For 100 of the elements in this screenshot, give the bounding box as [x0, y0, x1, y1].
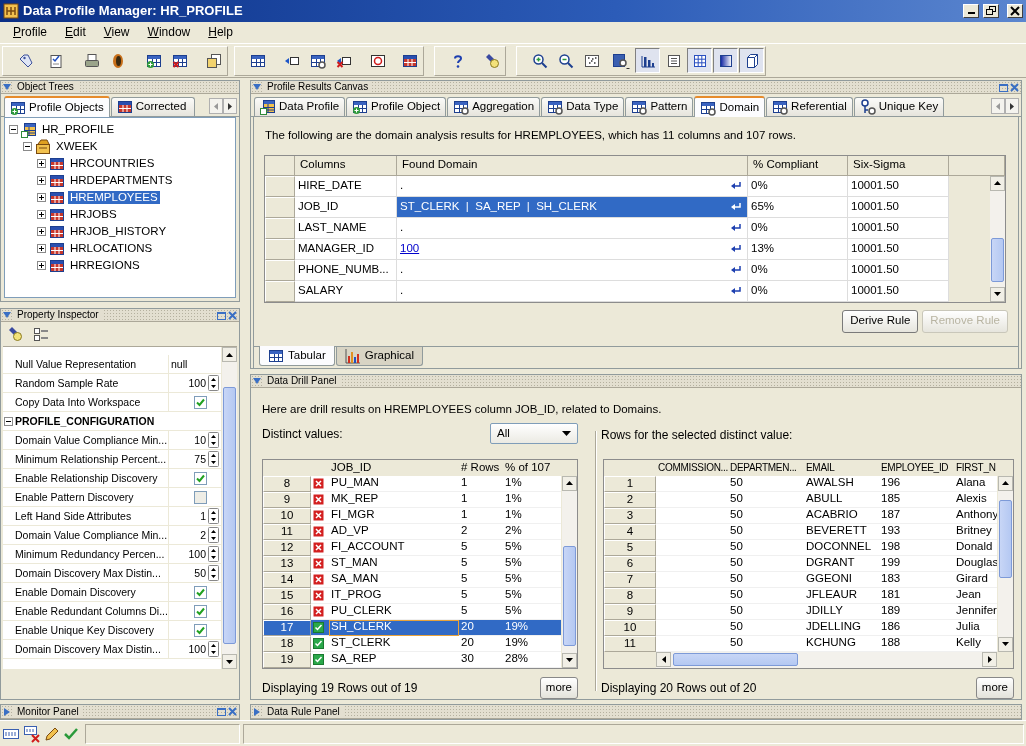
- maximize-icon[interactable]: [217, 707, 226, 716]
- document-gear-icon[interactable]: [612, 52, 631, 69]
- tab[interactable]: Domain: [694, 96, 766, 117]
- tab[interactable]: Tabular: [259, 346, 335, 366]
- table-row[interactable]: 12 FI_ACCOUNT 5 5%: [263, 539, 561, 556]
- scrollbar-thumb[interactable]: [991, 237, 1004, 282]
- vertical-scrollbar[interactable]: [561, 475, 577, 668]
- cube-button[interactable]: [739, 48, 764, 73]
- table-cell[interactable]: ST_CLERK | SA_REP | SH_CLERK: [397, 196, 748, 218]
- spinner-icon[interactable]: [208, 432, 219, 448]
- maximize-icon[interactable]: [999, 82, 1008, 92]
- scatter-icon[interactable]: [583, 52, 600, 69]
- table-row[interactable]: 17 SH_CLERK 20 19%: [263, 619, 561, 636]
- checkbox[interactable]: [194, 623, 207, 637]
- expand-icon[interactable]: [37, 193, 46, 202]
- panel-toggle-icon[interactable]: [253, 707, 261, 716]
- minimize-button[interactable]: [963, 4, 979, 18]
- pencil-icon[interactable]: [44, 725, 60, 742]
- scroll-up-button[interactable]: [222, 347, 237, 362]
- maximize-icon[interactable]: [217, 310, 226, 320]
- table-icon[interactable]: [401, 52, 418, 69]
- close-icon[interactable]: [1010, 82, 1019, 92]
- vertical-scrollbar[interactable]: [997, 475, 1013, 652]
- table-row[interactable]: 19 SA_REP 30 28%: [263, 651, 561, 668]
- zoom-in-icon[interactable]: [531, 52, 548, 69]
- collapse-icon[interactable]: [23, 142, 32, 151]
- table-row[interactable]: 9 MK_REP 1 1%: [263, 491, 561, 508]
- table-row[interactable]: 16 PU_CLERK 5 5%: [263, 603, 561, 620]
- return-arrow-icon[interactable]: [731, 244, 741, 254]
- tree-item[interactable]: HRLOCATIONS: [68, 241, 155, 256]
- expand-icon[interactable]: [37, 227, 46, 236]
- tab[interactable]: Data Profile: [254, 97, 346, 116]
- table-cell[interactable]: 100: [397, 238, 748, 260]
- domain-link[interactable]: 100: [400, 241, 420, 256]
- close-icon[interactable]: [228, 707, 237, 716]
- scroll-down-button[interactable]: [990, 286, 1005, 302]
- tab[interactable]: Pattern: [625, 97, 694, 116]
- table-delete-icon[interactable]: [171, 52, 188, 69]
- expand-icon[interactable]: [37, 244, 46, 253]
- target-icon[interactable]: [369, 52, 386, 69]
- return-arrow-icon[interactable]: [731, 265, 741, 275]
- spinner-icon[interactable]: [208, 546, 219, 562]
- expand-icon[interactable]: [37, 210, 46, 219]
- table-cell[interactable]: .: [397, 259, 748, 281]
- grid-button[interactable]: [687, 48, 712, 73]
- scroll-right-button[interactable]: [982, 652, 997, 668]
- tab[interactable]: Graphical: [335, 347, 423, 366]
- more-button[interactable]: more: [975, 676, 1014, 699]
- scroll-down-button[interactable]: [998, 636, 1013, 652]
- tab[interactable]: Corrected: [110, 97, 195, 116]
- spinner-icon[interactable]: [208, 375, 219, 391]
- tree-item[interactable]: HR_PROFILE: [40, 122, 117, 137]
- menu-item[interactable]: Edit: [56, 25, 95, 40]
- column-header[interactable]: EMAIL: [804, 459, 879, 476]
- column-header[interactable]: # Rows: [459, 459, 503, 476]
- tag-icon[interactable]: [17, 52, 34, 69]
- printer-icon[interactable]: [83, 52, 100, 69]
- vertical-scrollbar[interactable]: [221, 347, 237, 669]
- scroll-right-button[interactable]: [223, 98, 237, 114]
- scroll-right-button[interactable]: [1005, 98, 1019, 114]
- scroll-down-button[interactable]: [562, 652, 577, 668]
- column-header[interactable]: % Compliant: [748, 155, 848, 176]
- binary-delete-icon[interactable]: [23, 724, 41, 743]
- vertical-scrollbar[interactable]: [989, 175, 1005, 302]
- column-header[interactable]: % of 107: [503, 459, 561, 476]
- checkbox[interactable]: [194, 490, 207, 504]
- panel-toggle-icon[interactable]: [253, 377, 261, 385]
- table-cell[interactable]: .: [397, 217, 748, 239]
- table-row[interactable]: 10 FI_MGR 1 1%: [263, 507, 561, 524]
- spinner-icon[interactable]: [208, 527, 219, 543]
- close-icon[interactable]: [228, 310, 237, 320]
- menu-item[interactable]: View: [94, 25, 139, 40]
- scrollbar-thumb[interactable]: [223, 387, 236, 644]
- column-header[interactable]: FIRST_N: [954, 459, 997, 476]
- checkbox[interactable]: [194, 395, 207, 409]
- panel-toggle-icon[interactable]: [3, 707, 11, 716]
- tree-item[interactable]: HRDEPARTMENTS: [68, 173, 175, 188]
- table-icon[interactable]: [249, 52, 266, 69]
- expand-icon[interactable]: [37, 176, 46, 185]
- tab[interactable]: Unique Key: [853, 97, 945, 116]
- table-row[interactable]: 14 SA_MAN 5 5%: [263, 571, 561, 588]
- bar-chart-button[interactable]: [635, 48, 660, 73]
- table-row[interactable]: 15 IT_PROG 5 5%: [263, 587, 561, 604]
- return-arrow-icon[interactable]: [731, 223, 741, 233]
- tree-item[interactable]: HRJOB_HISTORY: [68, 224, 169, 239]
- scrollbar-thumb[interactable]: [999, 499, 1012, 578]
- flashlight-icon[interactable]: [7, 326, 23, 342]
- column-header[interactable]: COMMISSION...: [656, 459, 728, 476]
- scrollbar-thumb[interactable]: [673, 652, 798, 666]
- table-row[interactable]: 13 ST_MAN 5 5%: [263, 555, 561, 572]
- checkbox[interactable]: [194, 471, 207, 485]
- table-gear-icon[interactable]: [309, 52, 326, 69]
- tab[interactable]: Profile Objects: [4, 96, 110, 117]
- tree-item[interactable]: HREMPLOYEES: [68, 190, 160, 205]
- table-row[interactable]: 11 AD_VP 2 2%: [263, 523, 561, 540]
- table-row[interactable]: 18 ST_CLERK 20 19%: [263, 635, 561, 652]
- scroll-left-button[interactable]: [656, 652, 671, 668]
- column-header[interactable]: Six-Sigma: [848, 155, 949, 176]
- checkbox[interactable]: [194, 604, 207, 618]
- table-cell[interactable]: .: [397, 280, 748, 302]
